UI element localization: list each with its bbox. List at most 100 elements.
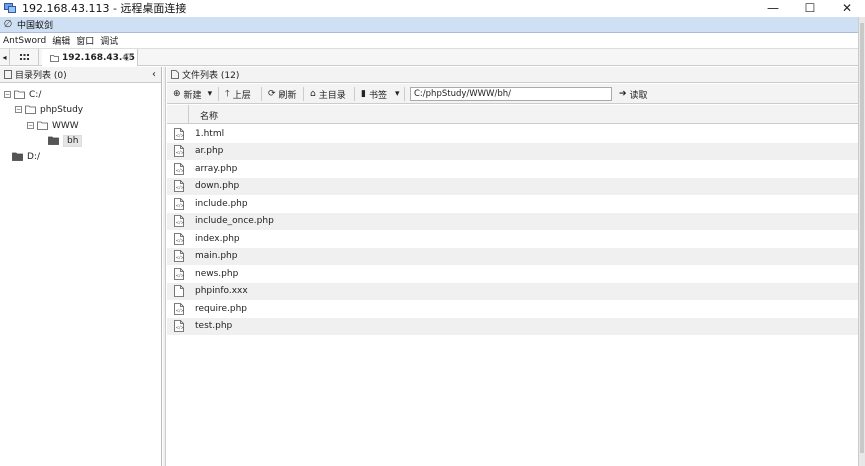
collapse-left-icon[interactable]: ‹: [152, 69, 156, 80]
tree-toggle-icon[interactable]: −: [4, 91, 11, 98]
toolbar-separator: [218, 87, 219, 101]
svg-text:</>: </>: [176, 203, 184, 208]
file-row[interactable]: </> main.php: [167, 247, 858, 265]
file-name: main.php: [195, 251, 238, 262]
tree-toggle-icon[interactable]: −: [15, 106, 22, 113]
scrollbar-thumb[interactable]: [860, 23, 864, 453]
file-row[interactable]: </> require.php: [167, 300, 858, 318]
folder-open-icon: [25, 105, 36, 114]
tab-session[interactable]: 192.168.43.45 ×: [42, 49, 138, 66]
up-button[interactable]: 🡑 上层: [225, 87, 251, 101]
code-file-icon: </>: [174, 250, 184, 263]
up-button-label: 上层: [232, 90, 251, 101]
svg-text:</>: </>: [176, 150, 184, 155]
bookmark-button-label: 书签: [368, 90, 387, 101]
directory-list-icon: [4, 70, 12, 79]
menu-window[interactable]: 窗口: [73, 34, 97, 47]
refresh-button[interactable]: ⟳ 刷新: [268, 87, 297, 101]
bookmark-button[interactable]: ▮ 书签 ▾: [361, 87, 403, 101]
caret-down-icon: ▾: [207, 89, 213, 99]
tree-toggle-icon[interactable]: −: [27, 122, 34, 129]
file-row[interactable]: </> down.php: [167, 177, 858, 195]
home-button[interactable]: ⌂ 主目录: [310, 87, 346, 101]
file-row[interactable]: </> ar.php: [167, 142, 858, 160]
file-name: index.php: [195, 233, 240, 244]
tree-node-www[interactable]: − WWW: [27, 119, 79, 132]
tab-bar: ◂ 192.168.43.45 ×: [0, 48, 858, 66]
tab-scroll-left-button[interactable]: ◂: [0, 49, 10, 66]
new-button[interactable]: ⊕ 新建 ▾: [173, 87, 215, 101]
arrow-up-icon: 🡑: [225, 89, 230, 99]
minimize-button[interactable]: —: [755, 0, 791, 16]
file-row[interactable]: </> news.php: [167, 265, 858, 283]
file-name: phpinfo.xxx: [195, 286, 248, 297]
plus-circle-icon: ⊕: [173, 89, 181, 99]
app-title-bar: ∅ 中国蚁剑: [0, 17, 858, 33]
folder-icon: [48, 136, 59, 145]
svg-text:</>: </>: [176, 168, 184, 173]
column-name-header[interactable]: 名称: [200, 109, 218, 122]
close-icon: ✕: [841, 1, 853, 15]
code-file-icon: </>: [174, 232, 184, 245]
file-row[interactable]: </> include.php: [167, 195, 858, 213]
svg-text:</>: </>: [176, 255, 184, 260]
file-row[interactable]: </> test.php: [167, 317, 858, 335]
caret-down-icon: ▾: [394, 89, 400, 99]
svg-text:</>: </>: [176, 325, 184, 330]
tree-node-c[interactable]: − C:/: [4, 88, 41, 101]
code-file-icon: </>: [174, 145, 184, 158]
tree-label: C:/: [29, 89, 42, 100]
file-row[interactable]: </> array.php: [167, 160, 858, 178]
close-button[interactable]: ✕: [829, 0, 865, 16]
code-file-icon: </>: [174, 162, 184, 175]
bookmark-icon: ▮: [361, 89, 366, 99]
refresh-icon: ⟳: [268, 89, 276, 99]
file-list-icon: [171, 70, 179, 79]
path-input[interactable]: [410, 87, 612, 101]
folder-open-icon: [14, 90, 25, 99]
file-panel-header: 文件列表 (12): [167, 67, 858, 83]
code-file-icon: </>: [174, 180, 184, 193]
vertical-scrollbar[interactable]: [858, 17, 865, 466]
tab-close-icon[interactable]: ×: [123, 53, 131, 61]
toolbar-separator: [303, 87, 304, 101]
refresh-button-label: 刷新: [278, 90, 297, 101]
file-name: include_once.php: [195, 216, 274, 227]
file-name: include.php: [195, 198, 248, 209]
directory-panel: 目录列表 (0) ‹ − C:/ − phpStudy − WWW bh D:/: [0, 67, 162, 466]
tree-node-d[interactable]: D:/: [12, 150, 40, 163]
directory-panel-header: 目录列表 (0) ‹: [0, 67, 161, 83]
file-row[interactable]: </> index.php: [167, 230, 858, 248]
menu-edit[interactable]: 编辑: [49, 34, 73, 47]
tree-label: D:/: [27, 151, 40, 162]
panel-splitter[interactable]: [163, 67, 166, 466]
file-name: news.php: [195, 268, 239, 279]
file-name: ar.php: [195, 146, 224, 157]
file-name: require.php: [195, 303, 247, 314]
code-file-icon: </>: [174, 197, 184, 210]
file-row[interactable]: phpinfo.xxx: [167, 282, 858, 300]
maximize-button[interactable]: ☐: [792, 0, 828, 16]
blank-file-icon: [174, 285, 184, 298]
read-button[interactable]: ➔ 读取: [619, 87, 648, 101]
select-column[interactable]: [167, 105, 189, 124]
menu-debug[interactable]: 调试: [97, 34, 121, 47]
file-toolbar: ⊕ 新建 ▾ 🡑 上层 ⟳ 刷新 ⌂ 主目录 ▮ 书签 ▾ ➔ 读取: [167, 84, 858, 104]
tree-label: WWW: [52, 120, 79, 131]
remote-desktop-icon: [4, 2, 16, 14]
file-grid-header: 名称: [167, 105, 858, 124]
directory-panel-title: 目录列表 (0): [15, 71, 67, 81]
tree-node-phpstudy[interactable]: − phpStudy: [15, 103, 83, 116]
tab-home-button[interactable]: [11, 49, 39, 66]
file-row[interactable]: </> include_once.php: [167, 212, 858, 230]
minimize-icon: —: [767, 1, 779, 15]
folder-open-icon: [37, 121, 48, 130]
file-row[interactable]: </> 1.html: [167, 125, 858, 143]
menu-antsword[interactable]: AntSword: [0, 36, 49, 46]
caret-left-icon: ◂: [2, 53, 7, 62]
code-file-icon: </>: [174, 267, 184, 280]
svg-text:</>: </>: [176, 238, 184, 243]
tree-label-selected: bh: [63, 134, 83, 147]
arrow-right-icon: ➔: [619, 89, 627, 99]
tree-node-bh[interactable]: bh: [48, 134, 83, 147]
